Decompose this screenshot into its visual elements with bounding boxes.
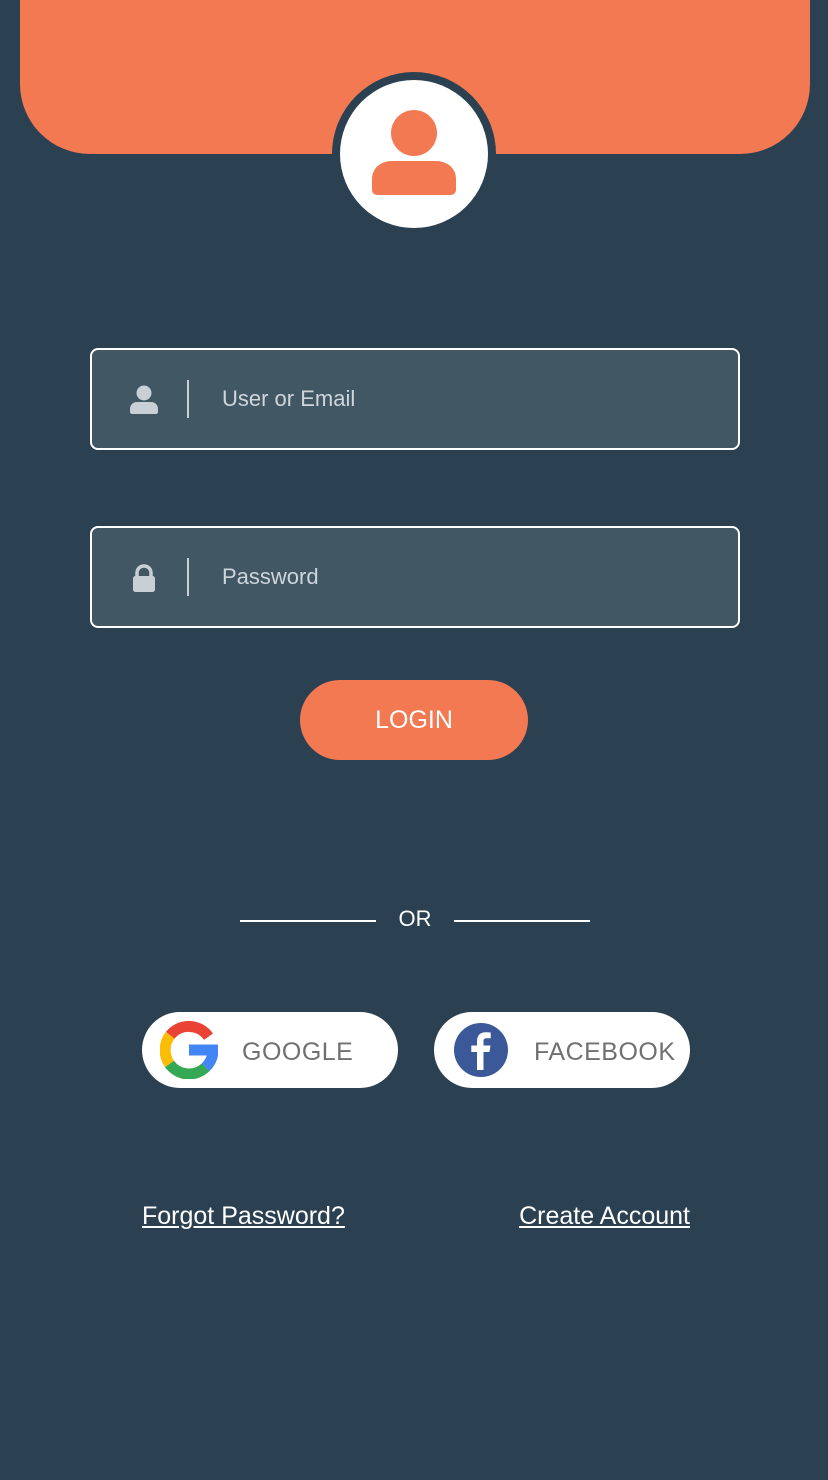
user-icon: [128, 384, 160, 416]
user-email-input[interactable]: [222, 350, 722, 448]
avatar: [340, 80, 488, 228]
facebook-icon: [454, 1023, 508, 1077]
divider-line-left: [240, 920, 376, 922]
lock-icon: [128, 562, 160, 594]
user-icon: [372, 110, 456, 195]
password-field[interactable]: [90, 526, 740, 628]
divider-line-right: [454, 920, 590, 922]
field-divider: [187, 380, 189, 418]
google-label: GOOGLE: [242, 1038, 354, 1066]
user-email-field[interactable]: [90, 348, 740, 450]
field-divider: [187, 558, 189, 596]
facebook-login-button[interactable]: FACEBOOK: [434, 1012, 690, 1088]
facebook-label: FACEBOOK: [534, 1038, 676, 1066]
google-login-button[interactable]: GOOGLE: [142, 1012, 398, 1088]
forgot-password-link[interactable]: Forgot Password?: [142, 1202, 345, 1231]
login-button[interactable]: LOGIN: [300, 680, 528, 760]
or-label: OR: [398, 906, 432, 931]
create-account-link[interactable]: Create Account: [519, 1202, 690, 1231]
google-icon: [160, 1021, 218, 1079]
password-input[interactable]: [222, 528, 722, 626]
